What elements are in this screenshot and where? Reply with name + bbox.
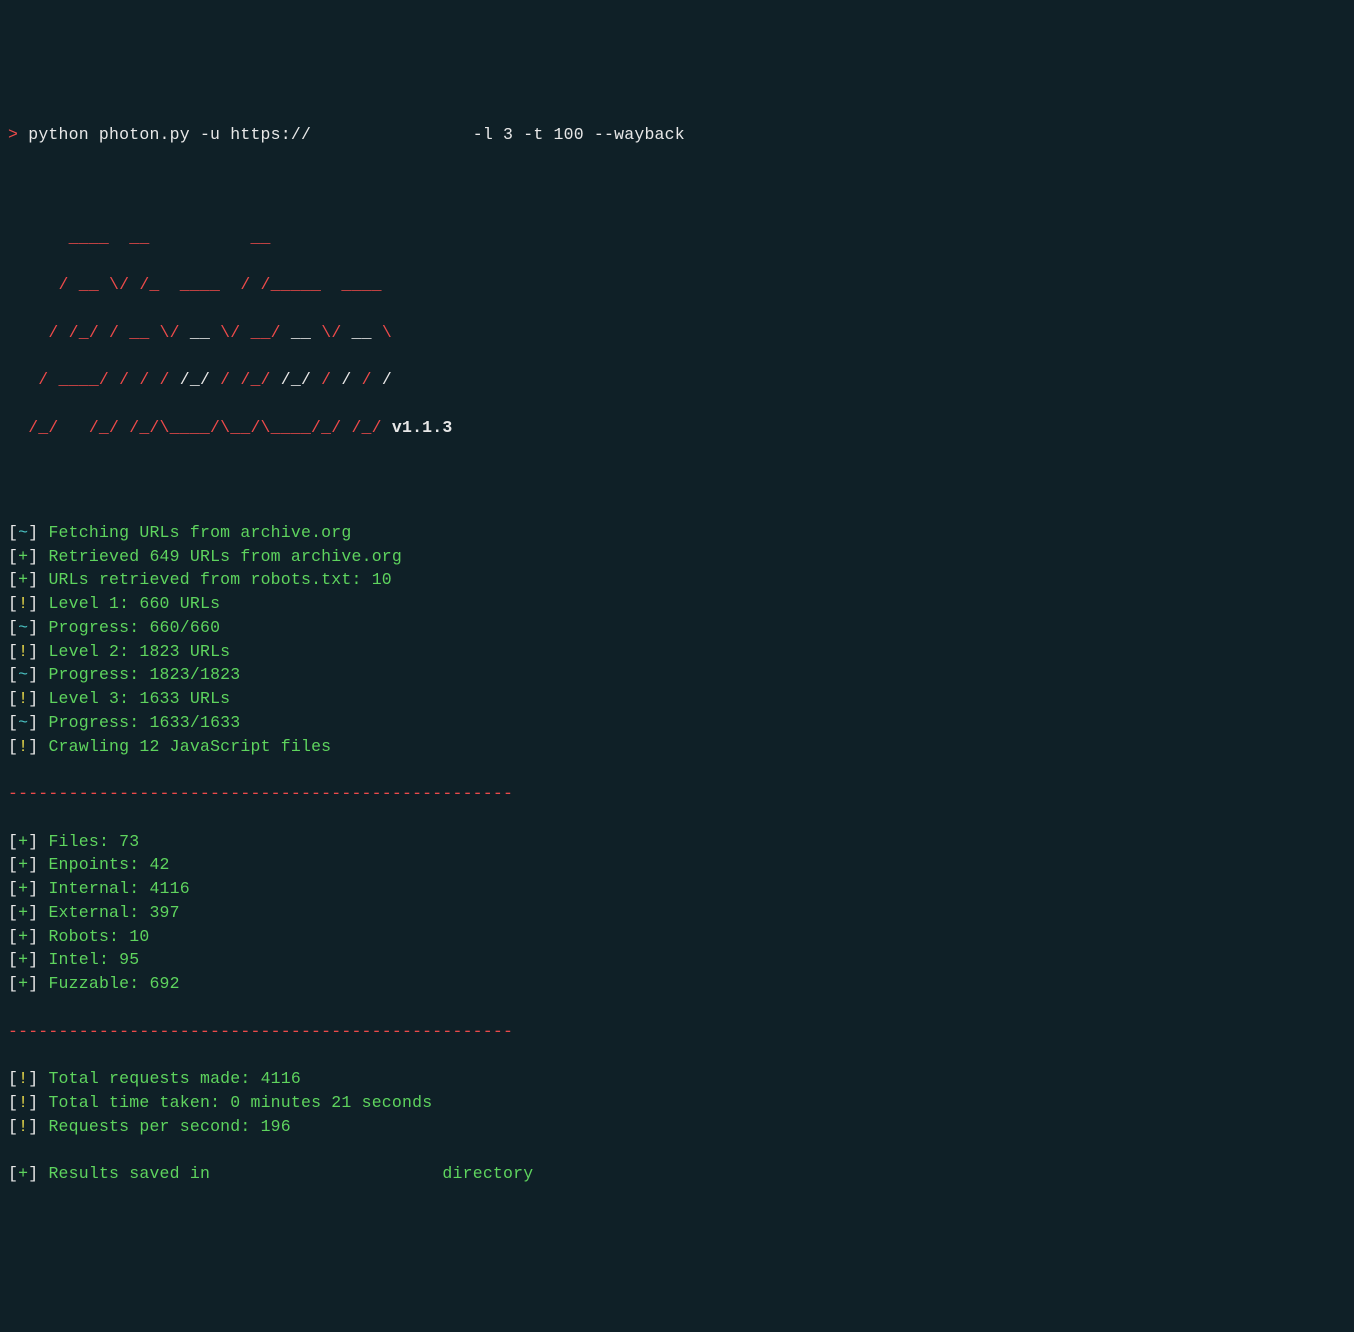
stat-symbol: + xyxy=(18,974,28,993)
log-section: [~] Fetching URLs from archive.org[+] Re… xyxy=(8,521,1346,759)
command-text-pre: python photon.py -u https:// xyxy=(28,125,311,144)
stat-symbol: + xyxy=(18,832,28,851)
log-symbol: ! xyxy=(18,737,28,756)
stat-symbol: + xyxy=(18,927,28,946)
log-message: Level 1: 660 URLs xyxy=(48,594,220,613)
log-symbol: ~ xyxy=(18,523,28,542)
log-message: Fetching URLs from archive.org xyxy=(48,523,351,542)
divider-2: ----------------------------------------… xyxy=(8,1020,1346,1044)
stat-symbol: + xyxy=(18,950,28,969)
log-message: Crawling 12 JavaScript files xyxy=(48,737,331,756)
summary-symbol: ! xyxy=(18,1069,28,1088)
stat-message: Files: 73 xyxy=(48,832,139,851)
redacted-url xyxy=(311,125,463,144)
summary-message: Requests per second: 196 xyxy=(48,1117,290,1136)
ascii-logo: ____ __ __ / __ \/ /_ ____ / /_____ ____… xyxy=(8,202,1346,463)
command-line: > python photon.py -u https:// -l 3 -t 1… xyxy=(8,123,1346,147)
stat-message: Robots: 10 xyxy=(48,927,149,946)
log-line: [~] Progress: 1633/1633 xyxy=(8,711,1346,735)
summary-symbol: ! xyxy=(18,1093,28,1112)
command-text-post: -l 3 -t 100 --wayback xyxy=(463,125,685,144)
version-text: v1.1.3 xyxy=(382,418,453,437)
logo-line-3a: / /_/ / __ \/ xyxy=(8,323,190,342)
log-message: Progress: 660/660 xyxy=(48,618,220,637)
stat-message: Enpoints: 42 xyxy=(48,855,169,874)
log-line: [!] Crawling 12 JavaScript files xyxy=(8,735,1346,759)
log-line: [!] Level 1: 660 URLs xyxy=(8,592,1346,616)
final-msg-pre: Results saved in xyxy=(48,1164,220,1183)
log-symbol: ~ xyxy=(18,618,28,637)
log-symbol: ~ xyxy=(18,713,28,732)
stats-section: [+] Files: 73[+] Enpoints: 42[+] Interna… xyxy=(8,830,1346,996)
logo-line-5: /_/ /_/ /_/\____/\__/\____/_/ /_/ xyxy=(8,418,382,437)
log-line: [!] Level 2: 1823 URLs xyxy=(8,640,1346,664)
divider-1: ----------------------------------------… xyxy=(8,782,1346,806)
stat-line: [+] Intel: 95 xyxy=(8,948,1346,972)
stat-symbol: + xyxy=(18,879,28,898)
stat-line: [+] External: 397 xyxy=(8,901,1346,925)
log-line: [~] Progress: 660/660 xyxy=(8,616,1346,640)
log-symbol: + xyxy=(18,547,28,566)
log-line: [~] Fetching URLs from archive.org xyxy=(8,521,1346,545)
log-symbol: ~ xyxy=(18,665,28,684)
stat-line: [+] Enpoints: 42 xyxy=(8,853,1346,877)
summary-line: [!] Requests per second: 196 xyxy=(8,1115,1346,1139)
final-line: [+] Results saved in directory xyxy=(8,1162,1346,1186)
redacted-path xyxy=(220,1164,432,1183)
log-line: [+] Retrieved 649 URLs from archive.org xyxy=(8,545,1346,569)
log-line: [!] Level 3: 1633 URLs xyxy=(8,687,1346,711)
stat-line: [+] Files: 73 xyxy=(8,830,1346,854)
log-message: Progress: 1823/1823 xyxy=(48,665,240,684)
stat-symbol: + xyxy=(18,903,28,922)
log-message: URLs retrieved from robots.txt: 10 xyxy=(48,570,391,589)
log-line: [+] URLs retrieved from robots.txt: 10 xyxy=(8,568,1346,592)
log-symbol: ! xyxy=(18,689,28,708)
stat-message: Internal: 4116 xyxy=(48,879,189,898)
summary-symbol: ! xyxy=(18,1117,28,1136)
stat-line: [+] Robots: 10 xyxy=(8,925,1346,949)
log-line: [~] Progress: 1823/1823 xyxy=(8,663,1346,687)
log-symbol: + xyxy=(18,570,28,589)
logo-line-4a: / ____/ / / / xyxy=(8,370,180,389)
summary-message: Total time taken: 0 minutes 21 seconds xyxy=(48,1093,432,1112)
log-symbol: ! xyxy=(18,642,28,661)
log-message: Level 2: 1823 URLs xyxy=(48,642,230,661)
stat-message: Fuzzable: 692 xyxy=(48,974,179,993)
stat-symbol: + xyxy=(18,855,28,874)
terminal-output: > python photon.py -u https:// -l 3 -t 1… xyxy=(8,99,1346,1210)
final-msg-post: directory xyxy=(432,1164,533,1183)
log-message: Level 3: 1633 URLs xyxy=(48,689,230,708)
log-symbol: ! xyxy=(18,594,28,613)
log-message: Retrieved 649 URLs from archive.org xyxy=(48,547,402,566)
summary-section: [!] Total requests made: 4116[!] Total t… xyxy=(8,1067,1346,1138)
summary-line: [!] Total time taken: 0 minutes 21 secon… xyxy=(8,1091,1346,1115)
log-message: Progress: 1633/1633 xyxy=(48,713,240,732)
stat-line: [+] Fuzzable: 692 xyxy=(8,972,1346,996)
stat-message: Intel: 95 xyxy=(48,950,139,969)
stat-line: [+] Internal: 4116 xyxy=(8,877,1346,901)
summary-message: Total requests made: 4116 xyxy=(48,1069,301,1088)
summary-line: [!] Total requests made: 4116 xyxy=(8,1067,1346,1091)
stat-message: External: 397 xyxy=(48,903,179,922)
logo-line-2: / __ \/ /_ ____ / /_____ ____ xyxy=(8,275,382,294)
logo-line-1: ____ __ __ xyxy=(8,228,271,247)
prompt-symbol: > xyxy=(8,125,18,144)
